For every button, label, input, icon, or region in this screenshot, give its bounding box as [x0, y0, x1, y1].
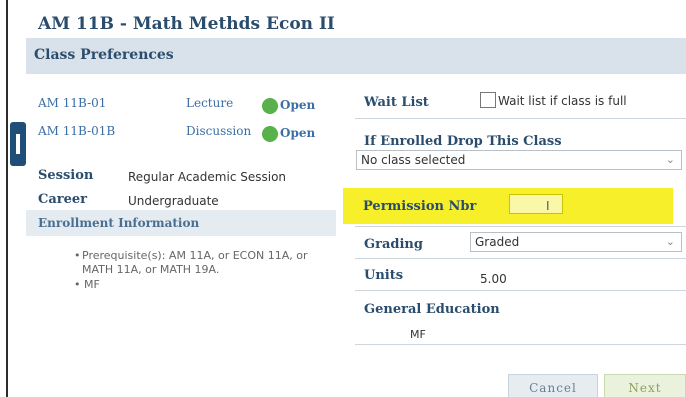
- permission-number-row: Permission Nbr I: [343, 188, 673, 224]
- grading-select[interactable]: Graded ⌄: [470, 232, 682, 252]
- section-status: Open: [280, 98, 316, 112]
- chevron-down-icon: ⌄: [665, 153, 675, 166]
- bullet-icon: •: [74, 249, 81, 262]
- course-title: AM 11B - Math Methds Econ II: [38, 14, 335, 34]
- permission-number-label: Permission Nbr: [363, 199, 477, 214]
- section-id[interactable]: AM 11B-01: [38, 96, 106, 110]
- divider: [355, 226, 686, 227]
- text-cursor-icon: I: [546, 199, 550, 213]
- cancel-button[interactable]: Cancel: [508, 374, 598, 397]
- general-education-value: MF: [410, 328, 426, 341]
- section-id[interactable]: AM 11B-01B: [38, 124, 115, 138]
- enrollment-information-header: Enrollment Information: [26, 210, 336, 236]
- general-education-label: General Education: [364, 302, 500, 317]
- units-value: 5.00: [480, 272, 507, 286]
- prerequisite-text: • Prerequisite(s): AM 11A, or ECON 11A, …: [74, 249, 322, 277]
- next-button[interactable]: Next: [604, 374, 686, 397]
- grading-value: Graded: [475, 235, 520, 249]
- units-label: Units: [364, 268, 404, 283]
- grading-label: Grading: [364, 237, 423, 252]
- permission-number-input[interactable]: [509, 194, 563, 214]
- career-value: Undergraduate: [128, 194, 219, 208]
- divider: [355, 258, 686, 259]
- career-label: Career: [38, 192, 88, 207]
- sidebar-toggle-handle[interactable]: [10, 122, 26, 166]
- wait-list-label: Wait List: [364, 95, 429, 110]
- session-label: Session: [38, 168, 94, 183]
- mf-value: MF: [84, 278, 100, 291]
- section-type: Lecture: [186, 96, 234, 110]
- open-dot-icon: [262, 98, 278, 114]
- bullet-icon: •: [74, 278, 81, 291]
- mf-note: • MF: [74, 278, 100, 291]
- open-dot-icon: [262, 126, 278, 142]
- drop-class-value: No class selected: [361, 153, 466, 167]
- chevron-down-icon: ⌄: [665, 235, 675, 248]
- section-type: Discussion: [186, 124, 252, 138]
- wait-list-checkbox[interactable]: [480, 92, 496, 108]
- class-preferences-title: Class Preferences: [34, 47, 174, 63]
- prerequisite-value: Prerequisite(s): AM 11A, or ECON 11A, or…: [82, 249, 308, 276]
- divider: [355, 118, 686, 119]
- session-value: Regular Academic Session: [128, 170, 287, 184]
- section-status: Open: [280, 126, 316, 140]
- drop-class-label: If Enrolled Drop This Class: [364, 134, 562, 149]
- wait-list-checkbox-label[interactable]: Wait list if class is full: [498, 94, 627, 108]
- divider: [355, 290, 686, 291]
- left-window-edge: [0, 0, 8, 397]
- drop-class-select[interactable]: No class selected ⌄: [356, 150, 682, 170]
- divider: [355, 344, 686, 345]
- class-preferences-header: Class Preferences: [26, 38, 686, 74]
- enrollment-information-title: Enrollment Information: [38, 216, 200, 230]
